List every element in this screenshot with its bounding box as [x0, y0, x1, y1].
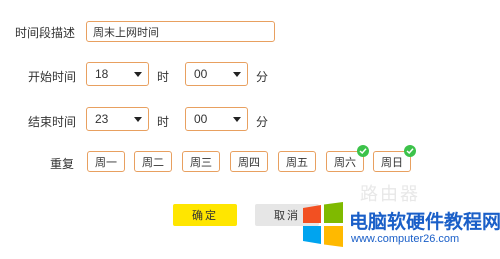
start-minute-select[interactable]: 00	[185, 62, 248, 86]
day-label: 周三	[190, 156, 212, 169]
day-button-tue[interactable]: 周二	[134, 151, 172, 172]
end-hour-value: 23	[95, 112, 109, 126]
end-hour-select[interactable]: 23	[86, 107, 149, 131]
start-minute-value: 00	[194, 67, 208, 81]
day-button-mon[interactable]: 周一	[87, 151, 125, 172]
desc-input[interactable]	[86, 21, 275, 42]
day-label: 周四	[238, 156, 260, 169]
day-button-wed[interactable]: 周三	[182, 151, 220, 172]
day-button-thu[interactable]: 周四	[230, 151, 268, 172]
day-label: 周五	[286, 156, 308, 169]
day-button-fri[interactable]: 周五	[278, 151, 316, 172]
end-minute-unit: 分	[256, 115, 269, 129]
end-minute-select[interactable]: 00	[185, 107, 248, 131]
start-minute-unit: 分	[256, 70, 269, 84]
ok-button[interactable]: 确定	[173, 204, 237, 226]
day-label: 周一	[95, 156, 117, 169]
start-time-label: 开始时间	[28, 70, 77, 84]
check-icon	[357, 145, 369, 157]
start-hour-select[interactable]: 18	[86, 62, 149, 86]
day-label: 周日	[381, 156, 403, 169]
end-minute-value: 00	[194, 112, 208, 126]
watermark-title: 电脑软硬件教程网	[349, 212, 500, 233]
start-hour-value: 18	[95, 67, 109, 81]
watermark-url: www.computer26.com	[351, 233, 460, 245]
watermark-faint-text: 路由器	[360, 184, 420, 204]
windows-logo-icon	[300, 202, 345, 247]
desc-label: 时间段描述	[15, 26, 76, 40]
end-hour-unit: 时	[157, 115, 170, 129]
repeat-label: 重复	[50, 157, 75, 171]
end-time-label: 结束时间	[28, 115, 77, 129]
chevron-down-icon	[233, 71, 241, 77]
chevron-down-icon	[233, 116, 241, 122]
day-label: 周二	[142, 156, 164, 169]
start-hour-unit: 时	[157, 70, 170, 84]
chevron-down-icon	[134, 71, 142, 77]
check-icon	[404, 145, 416, 157]
chevron-down-icon	[134, 116, 142, 122]
day-label: 周六	[334, 156, 356, 169]
